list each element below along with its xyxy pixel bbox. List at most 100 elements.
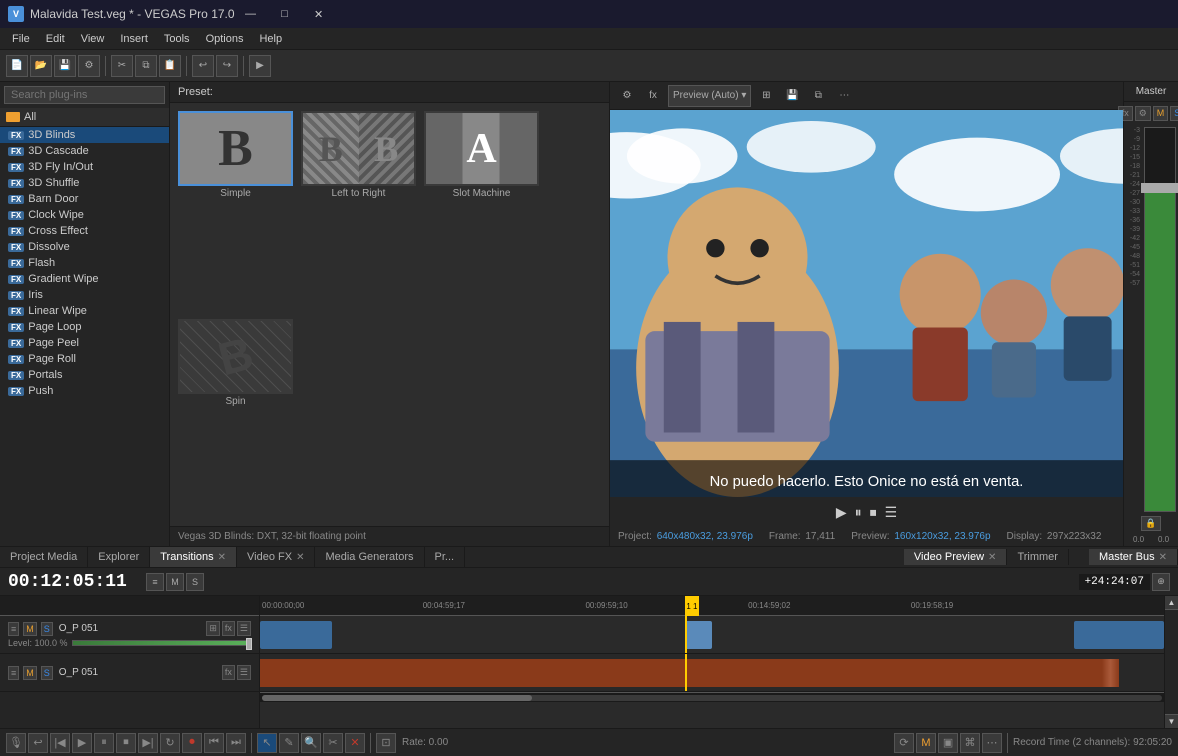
vol-knob[interactable] <box>1141 183 1178 193</box>
tb-more[interactable]: ▶ <box>249 55 271 77</box>
record-btn[interactable]: ⏺ <box>182 733 202 753</box>
track-solo-btn[interactable]: S <box>41 622 53 636</box>
transition-cross-effect[interactable]: FX Cross Effect <box>0 223 169 239</box>
tab-pr[interactable]: Pr... <box>425 547 466 567</box>
menu-options[interactable]: Options <box>198 31 252 47</box>
track-2-solo-btn[interactable]: S <box>41 666 53 680</box>
next-frame-btn[interactable]: ▶| <box>138 733 158 753</box>
timeline-btn-3[interactable]: S <box>186 573 204 591</box>
tb-cut[interactable]: ✂ <box>111 55 133 77</box>
level-knob[interactable] <box>246 638 252 650</box>
volume-bar[interactable] <box>1144 127 1176 512</box>
maximize-button[interactable]: □ <box>269 4 301 24</box>
scroll-up-btn[interactable]: ▲ <box>1165 596 1178 610</box>
mute-btn[interactable]: M <box>1153 106 1169 121</box>
skip-back-btn[interactable]: ⏮ <box>204 733 224 753</box>
region-btn[interactable]: ▣ <box>938 733 958 753</box>
play-btn[interactable]: ▶ <box>836 504 847 521</box>
edit-btn[interactable]: ✎ <box>279 733 299 753</box>
transition-iris[interactable]: FX Iris <box>0 287 169 303</box>
tab-media-generators[interactable]: Media Generators <box>315 547 424 567</box>
tb-save[interactable]: 💾 <box>54 55 76 77</box>
tab-trimmer[interactable]: Trimmer <box>1007 549 1069 565</box>
save-icon[interactable]: 💾 <box>781 85 803 107</box>
copy-frame-icon[interactable]: ⧉ <box>807 85 829 107</box>
menu-file[interactable]: File <box>4 31 38 47</box>
track-2-fx-btn[interactable]: fx <box>222 665 235 680</box>
gear-mixer-btn[interactable]: ⚙ <box>1135 106 1151 121</box>
grid-icon[interactable]: ⊞ <box>755 85 777 107</box>
tab-close-videofx[interactable]: ✕ <box>296 552 304 563</box>
transition-3d-shuffle[interactable]: FX 3D Shuffle <box>0 175 169 191</box>
tab-close-preview[interactable]: ✕ <box>988 552 996 563</box>
clip-2a[interactable] <box>260 659 1119 687</box>
tab-close-master[interactable]: ✕ <box>1159 552 1167 563</box>
scrollbar-thumb[interactable] <box>262 695 532 701</box>
timeline-btn-1[interactable]: ≡ <box>146 573 164 591</box>
transition-3d-flyin[interactable]: FX 3D Fly In/Out <box>0 159 169 175</box>
cut-tool-btn[interactable]: ✂ <box>323 733 343 753</box>
transition-clock-wipe[interactable]: FX Clock Wipe <box>0 207 169 223</box>
transition-linear-wipe[interactable]: FX Linear Wipe <box>0 303 169 319</box>
skip-fwd-btn[interactable]: ⏭ <box>226 733 246 753</box>
timeline-right-btn[interactable]: ⊕ <box>1152 573 1170 591</box>
menu-tools[interactable]: Tools <box>156 31 198 47</box>
transition-push[interactable]: FX Push <box>0 383 169 399</box>
loop-btn[interactable]: ↻ <box>160 733 180 753</box>
tb-copy[interactable]: ⧉ <box>135 55 157 77</box>
more-right-btn[interactable]: ⋯ <box>982 733 1002 753</box>
tab-explorer[interactable]: Explorer <box>88 547 150 567</box>
pause-btn[interactable]: ⏸ <box>94 733 114 753</box>
menu-insert[interactable]: Insert <box>112 31 156 47</box>
preset-slot-machine[interactable]: A Slot Machine <box>424 111 539 311</box>
transition-dissolve[interactable]: FX Dissolve <box>0 239 169 255</box>
transition-barn-door[interactable]: FX Barn Door <box>0 191 169 207</box>
loop-region-btn[interactable]: ⟳ <box>894 733 914 753</box>
tab-master-bus[interactable]: Master Bus ✕ <box>1089 549 1178 565</box>
track-compose-btn[interactable]: ⊞ <box>206 621 220 636</box>
track-2-mute-btn[interactable]: M <box>23 666 37 680</box>
transition-page-roll[interactable]: FX Page Roll <box>0 351 169 367</box>
close-button[interactable]: ✕ <box>303 4 335 24</box>
transition-flash[interactable]: FX Flash <box>0 255 169 271</box>
preview-mode-dropdown[interactable]: Preview (Auto) ▾ <box>668 85 751 107</box>
transition-portals[interactable]: FX Portals <box>0 367 169 383</box>
menu-edit[interactable]: Edit <box>38 31 73 47</box>
tab-video-preview[interactable]: Video Preview ✕ <box>904 549 1008 565</box>
transition-gradient-wipe[interactable]: FX Gradient Wipe <box>0 271 169 287</box>
scrollbar-track[interactable] <box>262 695 1162 701</box>
menu-help[interactable]: Help <box>251 31 290 47</box>
transition-page-peel[interactable]: FX Page Peel <box>0 335 169 351</box>
clip-1a[interactable] <box>260 621 332 649</box>
track-mute-btn[interactable]: M <box>23 622 37 636</box>
settings-icon[interactable]: ⚙ <box>616 85 638 107</box>
delete-btn[interactable]: ✕ <box>345 733 365 753</box>
preset-spin[interactable]: B Spin <box>178 319 293 519</box>
tb-redo[interactable]: ↪ <box>216 55 238 77</box>
preset-left-to-right[interactable]: B B Left to Right <box>301 111 416 311</box>
minimize-button[interactable]: — <box>235 4 267 24</box>
transition-3d-cascade[interactable]: FX 3D Cascade <box>0 143 169 159</box>
track-fx-btn[interactable]: fx <box>222 621 235 636</box>
solo-btn[interactable]: S <box>1170 106 1178 121</box>
prev-frame-btn[interactable]: |◀ <box>50 733 70 753</box>
tb-properties[interactable]: ⚙ <box>78 55 100 77</box>
menu-view[interactable]: View <box>73 31 113 47</box>
tab-project-media[interactable]: Project Media <box>0 547 88 567</box>
mic-btn[interactable]: 🎙 <box>6 733 26 753</box>
preset-simple[interactable]: B Simple <box>178 111 293 311</box>
stop-btn[interactable]: ⏹ <box>116 733 136 753</box>
more-icon[interactable]: ⋯ <box>833 85 855 107</box>
scroll-down-btn[interactable]: ▼ <box>1165 714 1178 728</box>
transition-3d-blinds[interactable]: FX 3D Blinds <box>0 127 169 143</box>
rewind-btn[interactable]: ↩ <box>28 733 48 753</box>
tb-new[interactable]: 📄 <box>6 55 28 77</box>
tab-transitions[interactable]: Transitions ✕ <box>150 547 237 567</box>
tab-video-fx[interactable]: Video FX ✕ <box>237 547 315 567</box>
cursor-btn[interactable]: ↖ <box>257 733 277 753</box>
marker-btn[interactable]: M <box>916 733 936 753</box>
transition-page-loop[interactable]: FX Page Loop <box>0 319 169 335</box>
snap-btn[interactable]: ⊡ <box>376 733 396 753</box>
fx-icon[interactable]: fx <box>642 85 664 107</box>
cmd-btn[interactable]: ⌘ <box>960 733 980 753</box>
